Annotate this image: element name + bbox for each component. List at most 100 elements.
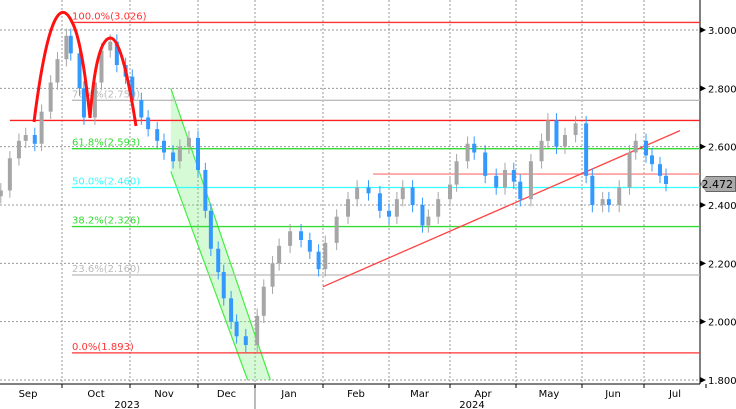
chart-svg: 3.000 2.800 2.600 2.400 2.200 2.000 1.800 Sep Oc… <box>0 0 736 409</box>
candle-body <box>81 88 86 118</box>
x-tick-label: Apr <box>474 389 492 400</box>
candle-body <box>584 123 589 176</box>
candle-body <box>600 199 605 205</box>
candle-body <box>171 152 176 162</box>
candle-body <box>562 135 567 147</box>
chart: 3.000 2.800 2.600 2.400 2.200 2.000 1.800 Sep Oc… <box>0 0 736 409</box>
fib-level-label: 23.6%(2.160) <box>72 264 140 275</box>
x-tick-label: Jan <box>280 389 296 400</box>
candle-body <box>420 205 425 226</box>
x-tick-label: Jun <box>604 389 621 400</box>
candle-body <box>590 175 595 205</box>
candle-body <box>243 336 248 345</box>
candle-body <box>334 216 339 243</box>
candle-body <box>186 137 191 147</box>
candle-body <box>387 210 391 217</box>
candle-body <box>0 190 3 197</box>
y-tick-label: 2.400 <box>708 201 736 212</box>
y-tick-label: 2.200 <box>708 259 736 270</box>
y-tick-marker <box>700 377 706 383</box>
x-tick-label: Sep <box>19 389 38 400</box>
candle-body <box>448 184 452 200</box>
candle-body <box>465 143 470 162</box>
candle-body <box>162 140 166 153</box>
candle-body <box>573 123 578 135</box>
y-tick-label: 2.000 <box>708 318 736 329</box>
candle-body <box>155 129 160 141</box>
fib-level-label: 61.8%(2.593) <box>72 138 140 149</box>
y-tick-marker <box>700 260 706 267</box>
candle-body <box>377 193 382 211</box>
candle-body <box>554 120 559 147</box>
candle-body <box>454 161 459 185</box>
candle-body <box>394 199 399 217</box>
fib-level-label: 100.0%(3.026) <box>72 11 147 22</box>
candle-body <box>64 35 69 60</box>
year-label: 2023 <box>114 400 139 409</box>
fib-level-label: 38.2%(2.326) <box>72 216 140 227</box>
candle-body <box>16 140 21 159</box>
candle-body <box>494 175 499 188</box>
candle-body <box>539 140 544 162</box>
candle-body <box>366 187 371 194</box>
candle-body <box>606 199 611 205</box>
y-tick-label: 2.800 <box>708 84 736 95</box>
candle-body <box>68 35 73 54</box>
candle-body <box>55 59 60 83</box>
year-label: 2024 <box>459 400 484 409</box>
candle-body <box>528 161 533 200</box>
y-tick-label: 3.000 <box>708 26 736 37</box>
candle-body <box>288 231 293 246</box>
candle-body <box>146 117 151 130</box>
candle-body <box>139 100 144 118</box>
candle-body <box>511 170 516 182</box>
candle-body <box>39 111 44 144</box>
candle-body <box>483 152 488 176</box>
y-tick-marker <box>700 318 706 325</box>
last-price-tag: 2.472 <box>700 176 736 192</box>
candle-body <box>316 251 321 270</box>
y-tick-marker <box>700 143 706 150</box>
candle-body <box>436 199 441 217</box>
candle-body <box>472 143 477 153</box>
y-tick-marker <box>700 27 706 33</box>
candle-body <box>203 170 208 211</box>
candle-body <box>108 41 113 51</box>
candle-body <box>650 155 654 165</box>
candle-body <box>255 315 260 345</box>
candle-body <box>277 245 282 264</box>
candle-body <box>658 164 662 176</box>
candle-body <box>221 272 226 299</box>
fib-level-label: 50.0%(2.460) <box>72 177 140 188</box>
candle-body <box>270 263 275 287</box>
candle-body <box>261 286 266 316</box>
x-tick-label: Feb <box>347 389 365 400</box>
candle-body <box>208 210 213 249</box>
x-tick-label: Oct <box>87 389 104 400</box>
candle-body <box>627 152 632 188</box>
candle-body <box>229 298 234 322</box>
candle-body <box>400 187 405 200</box>
candle-body <box>346 199 351 217</box>
fib-level-label: 0.0%(1.893) <box>72 342 134 353</box>
candle-body <box>7 158 12 191</box>
candle-body <box>23 135 28 141</box>
x-tick-label: Jul <box>668 389 681 400</box>
candle-body <box>216 248 221 273</box>
candle-body <box>177 146 182 162</box>
candle-body <box>518 181 523 200</box>
candle-body <box>644 140 648 156</box>
y-tick-label: 1.800 <box>708 376 736 387</box>
candle-body <box>545 120 550 141</box>
candle-body <box>307 240 312 252</box>
candle-body <box>355 187 360 200</box>
candle-body <box>323 242 328 270</box>
candle-body <box>32 135 37 144</box>
x-tick-label: May <box>539 389 560 400</box>
candle-body <box>48 82 53 112</box>
x-tick-label: Dec <box>217 389 236 400</box>
x-tick-label: Nov <box>154 389 174 400</box>
candle-body <box>410 187 415 205</box>
candle-body <box>234 321 239 337</box>
candle-body <box>617 187 622 205</box>
